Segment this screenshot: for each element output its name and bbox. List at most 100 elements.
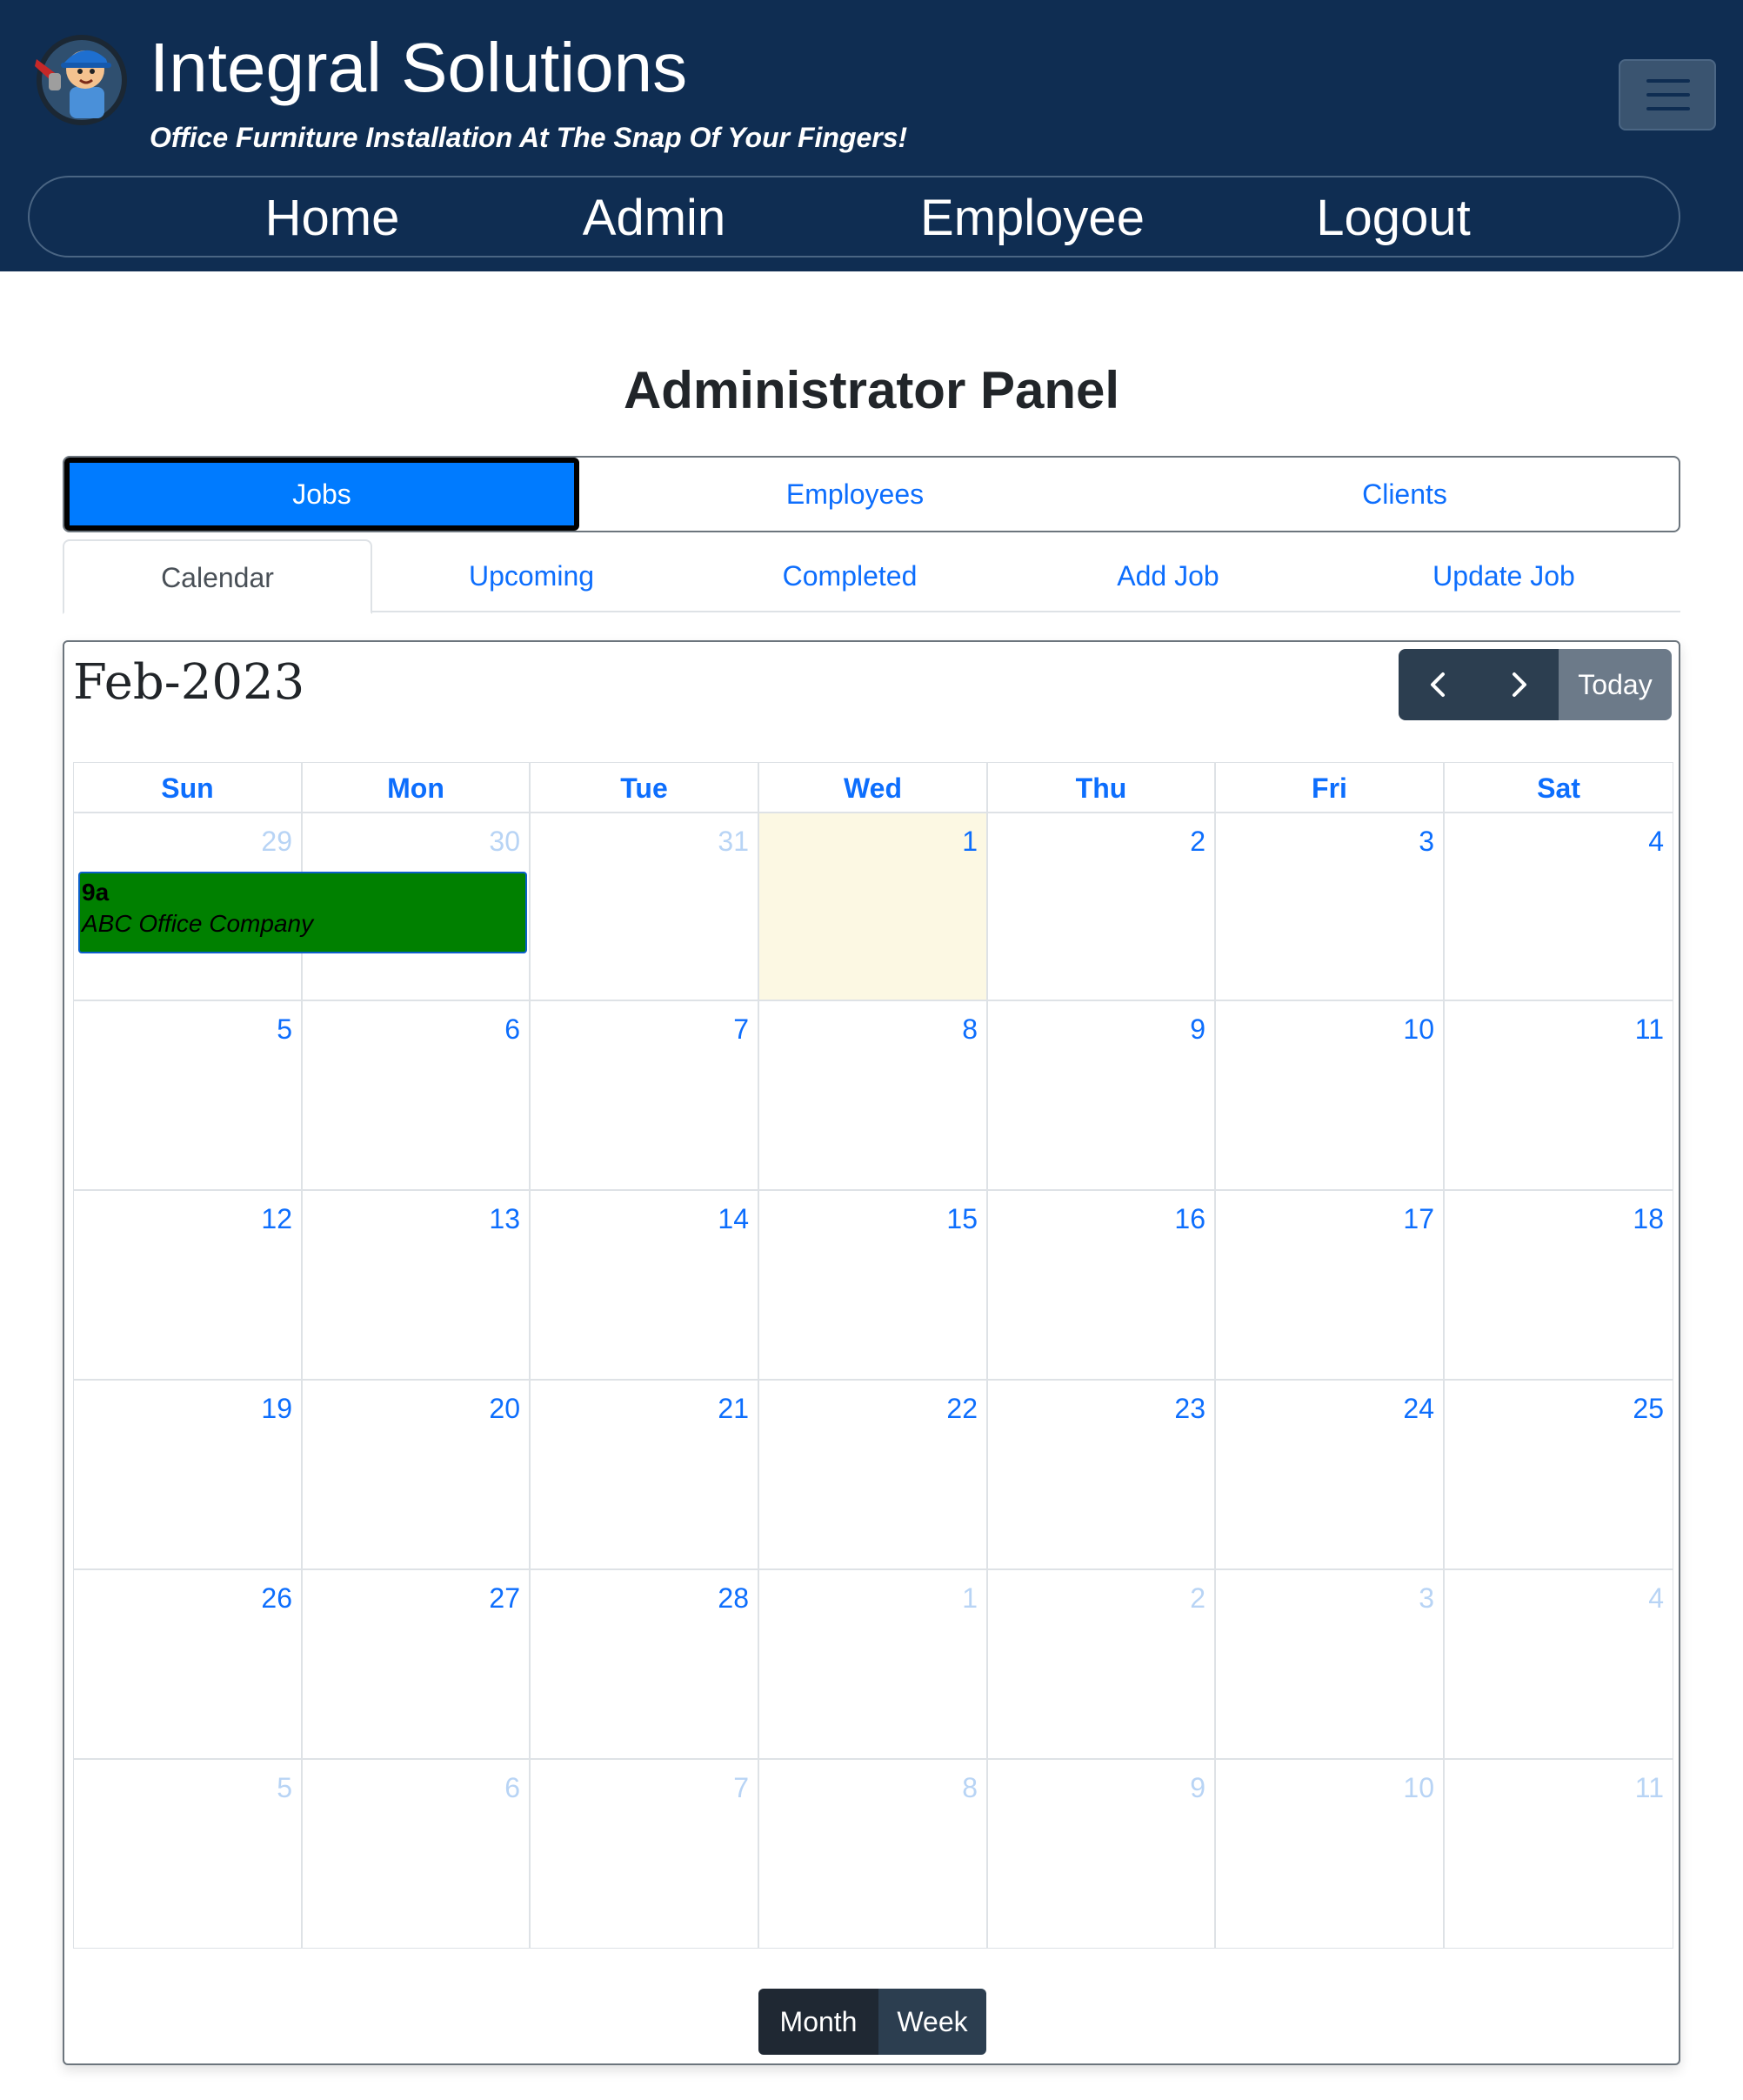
nav-home-link[interactable]: Home [219,188,445,249]
day-number[interactable]: 3 [1419,824,1434,859]
nav-logout-link[interactable]: Logout [1263,188,1524,249]
day-number[interactable]: 27 [489,1581,520,1615]
day-number[interactable]: 16 [1174,1201,1205,1236]
day-number[interactable]: 31 [718,824,749,859]
day-cell[interactable]: 17 [1215,1190,1444,1380]
day-number[interactable]: 14 [718,1201,749,1236]
menu-toggle-button[interactable] [1619,59,1716,130]
day-cell[interactable]: 21 [530,1380,758,1569]
week-view-button[interactable]: Week [878,1989,986,2055]
day-cell[interactable]: 26 [73,1569,302,1759]
day-cell[interactable]: 16 [987,1190,1215,1380]
day-number[interactable]: 25 [1633,1391,1664,1426]
day-number[interactable]: 9 [1190,1770,1205,1805]
day-number[interactable]: 18 [1633,1201,1664,1236]
day-number[interactable]: 5 [277,1012,292,1047]
day-cell[interactable]: 22 [758,1380,987,1569]
day-cell[interactable]: 3 [1215,813,1444,1000]
day-number[interactable]: 7 [733,1012,749,1047]
day-cell[interactable]: 15 [758,1190,987,1380]
day-cell[interactable]: 8 [758,1759,987,1949]
day-cell[interactable]: 1 [758,813,987,1000]
day-number[interactable]: 29 [261,824,292,859]
day-cell[interactable]: 8 [758,1000,987,1190]
day-cell[interactable]: 11 [1444,1000,1673,1190]
day-cell[interactable]: 23 [987,1380,1215,1569]
day-number[interactable]: 9 [1190,1012,1205,1047]
day-number[interactable]: 26 [261,1581,292,1615]
day-cell[interactable]: 18 [1444,1190,1673,1380]
next-month-button[interactable] [1479,649,1559,720]
day-number[interactable]: 12 [261,1201,292,1236]
day-cell[interactable]: 9 [987,1759,1215,1949]
day-cell[interactable]: 6 [302,1759,530,1949]
subtab-add-job[interactable]: Add Job [1009,539,1327,612]
day-cell[interactable]: 9 [987,1000,1215,1190]
subtab-calendar[interactable]: Calendar [63,539,372,614]
day-number[interactable]: 2 [1190,824,1205,859]
day-number[interactable]: 15 [946,1201,978,1236]
day-cell[interactable]: 1 [758,1569,987,1759]
day-number[interactable]: 1 [962,824,978,859]
day-cell[interactable]: 31 [530,813,758,1000]
nav-employee-link[interactable]: Employee [898,188,1167,249]
day-number[interactable]: 11 [1635,1770,1664,1805]
tab-jobs[interactable]: Jobs [64,458,579,531]
subtab-upcoming[interactable]: Upcoming [372,539,691,612]
prev-month-button[interactable] [1399,649,1479,720]
day-cell[interactable]: 2 [987,813,1215,1000]
calendar-event[interactable]: 9a ABC Office Company [78,872,527,953]
day-cell[interactable]: 6 [302,1000,530,1190]
day-number[interactable]: 6 [504,1012,520,1047]
day-number[interactable]: 4 [1648,1581,1664,1615]
day-cell[interactable]: 12 [73,1190,302,1380]
day-number[interactable]: 1 [962,1581,978,1615]
month-view-button[interactable]: Month [758,1989,878,2055]
day-cell[interactable]: 3 [1215,1569,1444,1759]
day-number[interactable]: 8 [962,1770,978,1805]
day-cell[interactable]: 4 [1444,1569,1673,1759]
day-cell[interactable]: 28 [530,1569,758,1759]
nav-admin-link[interactable]: Admin [541,188,767,249]
day-cell[interactable]: 13 [302,1190,530,1380]
day-cell[interactable]: 25 [1444,1380,1673,1569]
day-cell[interactable]: 5 [73,1759,302,1949]
tab-employees[interactable]: Employees [579,458,1131,531]
day-number[interactable]: 11 [1635,1012,1664,1047]
day-number[interactable]: 30 [489,824,520,859]
day-cell[interactable]: 4 [1444,813,1673,1000]
day-number[interactable]: 10 [1403,1770,1434,1805]
handyman-logo-icon[interactable] [28,24,132,129]
day-cell[interactable]: 19 [73,1380,302,1569]
day-number[interactable]: 23 [1174,1391,1205,1426]
day-number[interactable]: 28 [718,1581,749,1615]
day-number[interactable]: 5 [277,1770,292,1805]
day-cell[interactable]: 10 [1215,1000,1444,1190]
day-number[interactable]: 24 [1403,1391,1434,1426]
day-cell[interactable]: 11 [1444,1759,1673,1949]
day-cell[interactable]: 27 [302,1569,530,1759]
day-cell[interactable]: 5 [73,1000,302,1190]
day-cell[interactable]: 14 [530,1190,758,1380]
day-number[interactable]: 21 [718,1391,749,1426]
day-number[interactable]: 13 [489,1201,520,1236]
day-cell[interactable]: 7 [530,1759,758,1949]
day-number[interactable]: 8 [962,1012,978,1047]
tab-clients[interactable]: Clients [1131,458,1679,531]
day-number[interactable]: 17 [1403,1201,1434,1236]
day-cell[interactable]: 10 [1215,1759,1444,1949]
day-number[interactable]: 10 [1403,1012,1434,1047]
day-cell[interactable]: 7 [530,1000,758,1190]
subtab-completed[interactable]: Completed [691,539,1009,612]
day-number[interactable]: 4 [1648,824,1664,859]
day-number[interactable]: 19 [261,1391,292,1426]
subtab-update-job[interactable]: Update Job [1327,539,1680,612]
day-number[interactable]: 20 [489,1391,520,1426]
day-number[interactable]: 22 [946,1391,978,1426]
day-number[interactable]: 3 [1419,1581,1434,1615]
today-button[interactable]: Today [1559,649,1672,720]
day-number[interactable]: 7 [733,1770,749,1805]
day-cell[interactable]: 2 [987,1569,1215,1759]
day-number[interactable]: 2 [1190,1581,1205,1615]
day-cell[interactable]: 24 [1215,1380,1444,1569]
